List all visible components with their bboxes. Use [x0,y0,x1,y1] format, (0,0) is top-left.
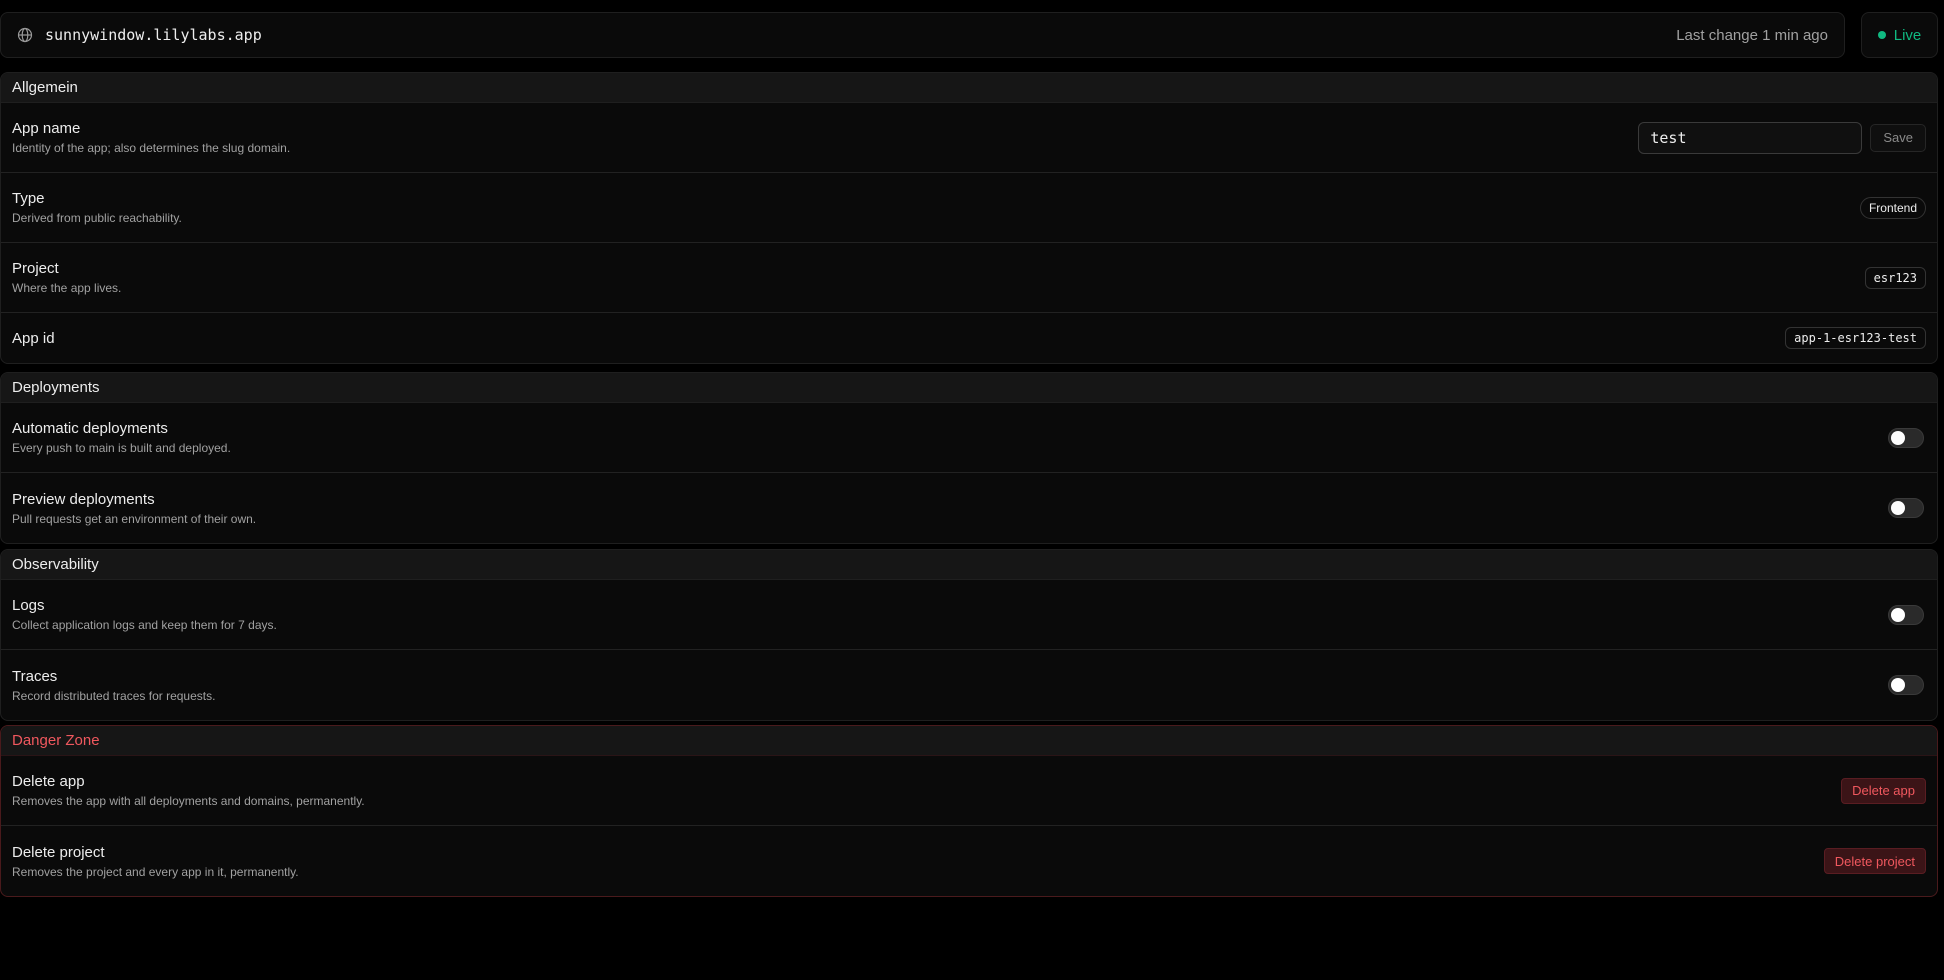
preview-deployments-toggle[interactable] [1888,498,1924,518]
setting-label: App id [12,329,55,347]
app-id-badge: app-1-esr123-test [1785,327,1926,349]
section-deployments: Deployments Automatic deployments Every … [0,372,1938,544]
setting-label: Logs [12,597,45,614]
setting-description: Pull requests get an environment of thei… [12,511,257,526]
section-title-general: Allgemein [1,73,1937,103]
globe-icon [17,27,33,43]
setting-description: Removes the project and every app in it,… [12,864,299,879]
setting-description: Every push to main is built and deployed… [12,441,231,455]
section-title-danger-zone: Danger Zone [1,726,1937,756]
section-title-observability: Observability [1,550,1937,580]
setting-row-delete-project: Delete project Removes the project and e… [1,826,1937,896]
toggle-knob [1891,678,1905,692]
status-badge: Live [1861,12,1938,58]
status-dot-icon [1877,31,1886,39]
setting-description: Removes the app with all deployments and… [12,794,365,808]
toggle-knob [1891,607,1905,622]
section-title-deployments: Deployments [1,373,1937,403]
setting-row-delete-app: Delete app Removes the app with all depl… [1,756,1937,826]
status-label: Live [1893,26,1922,44]
setting-description: Identity of the app; also determines the… [12,141,291,155]
automatic-deployments-toggle[interactable] [1888,427,1924,448]
setting-row-traces: Traces Record distributed traces for req… [1,650,1937,720]
setting-label: Delete app [12,773,85,790]
delete-app-button[interactable]: Delete app [1841,777,1926,804]
setting-label: Project [12,260,59,277]
setting-label: Delete project [12,843,105,861]
setting-description: Derived from public reachability. [12,211,182,225]
setting-description: Collect application logs and keep them f… [12,618,277,632]
app-url-bar: sunnywindow.lilylabs.app Last change 1 m… [0,12,1845,58]
last-change-text: Last change 1 min ago [1676,26,1828,44]
setting-row-app-name: App name Identity of the app; also deter… [1,103,1937,173]
toggle-knob [1891,430,1905,445]
type-badge: Frontend [1859,196,1926,219]
setting-label: Type [12,190,45,207]
setting-row-automatic-deployments: Automatic deployments Every push to main… [1,403,1937,473]
setting-label: Traces [12,667,58,685]
section-observability: Observability Logs Collect application l… [0,549,1938,721]
setting-row-project: Project Where the app lives. esr123 [1,243,1937,313]
setting-row-type: Type Derived from public reachability. F… [1,173,1937,243]
setting-row-app-id: App id app-1-esr123-test [1,313,1937,363]
setting-description: Where the app lives. [12,281,122,295]
setting-label: Automatic deployments [12,420,168,437]
section-general: Allgemein App name Identity of the app; … [0,72,1938,364]
save-button[interactable]: Save [1870,123,1926,152]
toggle-knob [1891,501,1905,515]
project-badge: esr123 [1864,266,1926,289]
section-danger-zone: Danger Zone Delete app Removes the app w… [0,725,1938,897]
delete-project-button[interactable]: Delete project [1823,848,1926,874]
setting-label: App name [12,120,81,137]
top-bar: sunnywindow.lilylabs.app Last change 1 m… [0,12,1938,58]
setting-row-logs: Logs Collect application logs and keep t… [1,580,1937,650]
logs-toggle[interactable] [1888,604,1924,625]
setting-description: Record distributed traces for requests. [12,688,216,703]
setting-label: Preview deployments [12,490,155,508]
app-url[interactable]: sunnywindow.lilylabs.app [45,26,262,44]
app-name-input[interactable] [1638,121,1863,154]
traces-toggle[interactable] [1888,675,1924,695]
setting-row-preview-deployments: Preview deployments Pull requests get an… [1,473,1937,543]
